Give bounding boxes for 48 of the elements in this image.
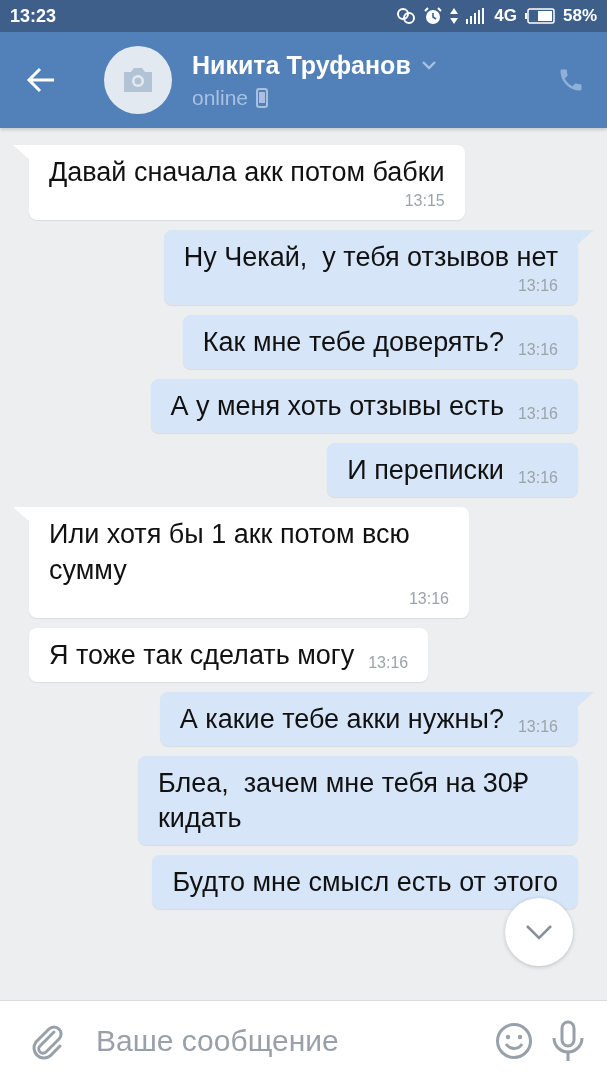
- microphone-icon[interactable]: [551, 1019, 585, 1062]
- status-time: 13:23: [10, 5, 57, 27]
- message-text: Давай сначала акк потом бабки: [49, 156, 445, 189]
- message-time: 13:16: [517, 405, 558, 425]
- chevron-down-icon[interactable]: [420, 60, 437, 70]
- outgoing-message[interactable]: А у меня хоть отзывы есть 13:16: [150, 379, 578, 434]
- message-time: 13:16: [517, 469, 558, 489]
- message-text: Как мне тебе доверять?: [202, 326, 504, 360]
- incoming-message[interactable]: Или хотя бы 1 акк потом всю сумму 13:16: [29, 507, 469, 618]
- emoji-icon[interactable]: [495, 1021, 533, 1060]
- network-type: 4G: [494, 6, 517, 26]
- message-text: А у меня хоть отзывы есть: [170, 390, 504, 424]
- chevron-down-icon[interactable]: [524, 923, 554, 941]
- contact-name[interactable]: Никита Труфанов: [192, 50, 411, 80]
- message-text: Будто мне смысл есть от этого: [172, 866, 558, 900]
- message-time: 13:16: [517, 717, 558, 737]
- back-arrow-icon[interactable]: [26, 67, 56, 93]
- online-status: online: [192, 85, 249, 110]
- incoming-message[interactable]: Я тоже так сделать могу 13:16: [29, 627, 429, 682]
- link-icon: [396, 7, 417, 25]
- message-time: 13:16: [517, 341, 558, 361]
- message-composer[interactable]: Ваше сообщение: [0, 1000, 607, 1080]
- scroll-down-button[interactable]: [505, 898, 573, 966]
- camera-icon: [121, 66, 155, 94]
- message-input[interactable]: Ваше сообщение: [94, 1022, 477, 1059]
- message-text: Ну Чекай, у тебя отзывов нет: [183, 241, 558, 275]
- message-time: 13:16: [368, 653, 409, 673]
- message-text: И переписки: [347, 454, 504, 488]
- outgoing-message[interactable]: Блеа, зачем мне тебя на 30₽ кидать: [138, 755, 578, 846]
- battery-percent: 58%: [562, 6, 597, 26]
- message-text: А какие тебе акки нужны?: [179, 702, 504, 736]
- outgoing-message[interactable]: Как мне тебе доверять? 13:16: [182, 315, 578, 370]
- alarm-icon: [424, 7, 443, 25]
- battery-icon: [524, 8, 555, 24]
- message-time: 13:16: [408, 589, 449, 609]
- signal-icon: [466, 8, 487, 24]
- message-text: Блеа, зачем мне тебя на 30₽ кидать: [158, 766, 530, 835]
- data-arrows-icon: [450, 8, 459, 24]
- message-text: Или хотя бы 1 акк потом всю сумму: [49, 518, 411, 587]
- message-time: 13:16: [517, 277, 558, 297]
- phone-device-icon: [256, 87, 269, 108]
- outgoing-message[interactable]: И переписки 13:16: [327, 443, 578, 498]
- message-time: 13:15: [404, 192, 445, 212]
- outgoing-message[interactable]: А какие тебе акки нужны? 13:16: [159, 691, 578, 746]
- outgoing-message[interactable]: Будто мне смысл есть от этого: [152, 855, 578, 910]
- incoming-message[interactable]: Давай сначала акк потом бабки 13:15: [29, 145, 465, 221]
- message-text: Я тоже так сделать могу: [49, 638, 355, 672]
- outgoing-message[interactable]: Ну Чекай, у тебя отзывов нет 13:16: [163, 230, 578, 306]
